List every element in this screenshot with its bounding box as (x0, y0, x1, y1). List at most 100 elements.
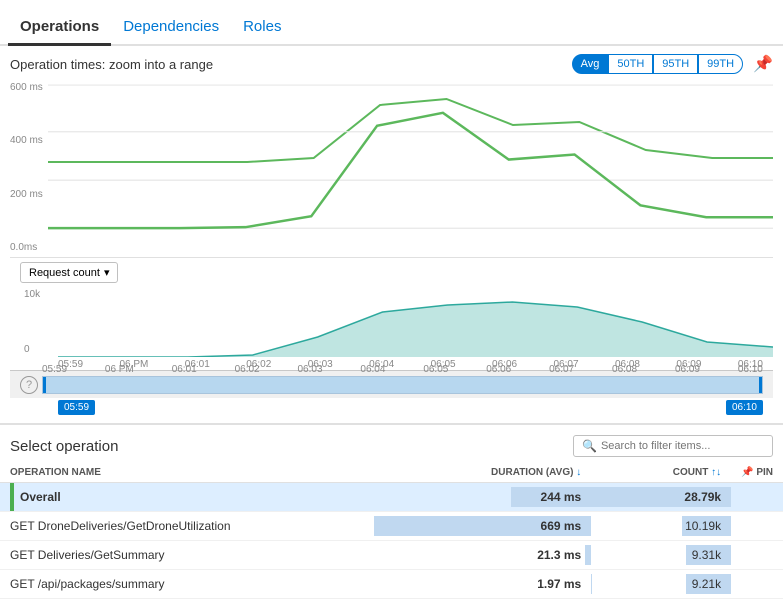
op-name-cell: GET Deliveries/GetSummary (0, 541, 374, 570)
duration-text: 669 ms (541, 519, 582, 533)
duration-cell: 1.97 ms (374, 570, 592, 599)
duration-text: 21.3 ms (537, 548, 581, 562)
range-time-labels: 05:59 06 PM 06:01 06:02 06:03 06:04 06:0… (42, 364, 763, 375)
range-t7: 06:06 (486, 364, 511, 375)
op-name-cell: GET /api/packages/summary (0, 570, 374, 599)
pin-header-icon: 📌 (741, 467, 753, 478)
tab-operations[interactable]: Operations (8, 10, 111, 46)
section-header: Operation times: zoom into a range Avg 5… (0, 46, 783, 78)
op-name-text: Overall (20, 490, 61, 504)
count-cell: 9.31k (591, 541, 731, 570)
duration-text: 1.97 ms (537, 577, 581, 591)
table-row[interactable]: GET Deliveries/GetSummary 21.3 ms 9.31k (0, 541, 783, 570)
pin-cell[interactable] (731, 541, 783, 570)
duration-cell: 21.3 ms (374, 541, 592, 570)
range-end-label: 06:10 (726, 400, 763, 415)
duration-cell: 669 ms (374, 512, 592, 541)
count-text: 10.19k (685, 519, 721, 533)
mini-y-axis: 10k 0 (20, 287, 58, 357)
op-name-text: GET DroneDeliveries/GetDroneUtilization (10, 519, 231, 533)
range-t0: 05:59 (42, 364, 67, 375)
y-axis: 600 ms 400 ms 200 ms 0.0ms (10, 78, 48, 257)
op-name-text: GET Deliveries/GetSummary (10, 548, 164, 562)
range-t6: 06:05 (423, 364, 448, 375)
perc-99th[interactable]: 99TH (698, 54, 743, 74)
th-pin: 📌 PIN (731, 463, 783, 483)
y-label-200: 200 ms (10, 189, 44, 200)
count-sort-icon[interactable]: ↑↓ (711, 467, 721, 478)
perc-95th[interactable]: 95TH (653, 54, 698, 74)
table-row[interactable]: GET DroneDeliveries/GetDroneUtilization 6… (0, 512, 783, 541)
range-left-handle[interactable] (43, 377, 46, 393)
y-label-0: 0.0ms (10, 242, 44, 253)
table-row[interactable]: GET /api/packages/summary 1.97 ms 9.21k (0, 570, 783, 599)
mini-y-10k: 10k (24, 289, 54, 300)
perc-avg[interactable]: Avg (572, 54, 609, 74)
main-chart[interactable]: 600 ms 400 ms 200 ms 0.0ms (10, 78, 773, 258)
request-count-header: Request count ▾ (10, 258, 773, 287)
count-cell: 9.21k (591, 570, 731, 599)
th-operation-name: OPERATION NAME (0, 463, 374, 483)
table-header-row: OPERATION NAME DURATION (AVG) ↓ COUNT ↑↓… (0, 463, 783, 483)
count-text: 9.21k (692, 577, 721, 591)
duration-text: 244 ms (541, 490, 582, 504)
count-text: 9.31k (692, 548, 721, 562)
tabs-bar: Operations Dependencies Roles (0, 0, 783, 46)
y-label-600: 600 ms (10, 82, 44, 93)
perc-50th[interactable]: 50TH (608, 54, 653, 74)
range-t11: 06:10 (738, 364, 763, 375)
th-duration: DURATION (AVG) ↓ (374, 463, 592, 483)
range-start-label: 05:59 (58, 400, 95, 415)
range-t8: 06:07 (549, 364, 574, 375)
duration-sort-icon[interactable]: ↓ (576, 467, 581, 478)
tab-dependencies[interactable]: Dependencies (111, 10, 231, 46)
search-icon: 🔍 (582, 439, 597, 453)
operations-table: OPERATION NAME DURATION (AVG) ↓ COUNT ↑↓… (0, 463, 783, 599)
count-cell: 28.79k (591, 483, 731, 512)
pin-cell[interactable] (731, 483, 783, 512)
pin-cell[interactable] (731, 570, 783, 599)
tab-roles[interactable]: Roles (231, 10, 293, 46)
range-t2: 06:01 (172, 364, 197, 375)
range-t10: 06:09 (675, 364, 700, 375)
table-body: Overall 244 ms 28.79k GET DroneDeliveries/G… (0, 483, 783, 599)
range-selection (43, 377, 762, 393)
mini-y-0: 0 (24, 344, 54, 355)
search-box[interactable]: 🔍 (573, 435, 773, 457)
op-name-cell: GET DroneDeliveries/GetDroneUtilization (0, 512, 374, 541)
section-title: Operation times: zoom into a range (10, 57, 213, 72)
duration-cell: 244 ms (374, 483, 592, 512)
range-t9: 06:08 (612, 364, 637, 375)
mini-chart[interactable]: 10k 0 (10, 287, 773, 357)
pin-chart-button[interactable]: 📌 (753, 54, 773, 74)
range-t4: 06:03 (298, 364, 323, 375)
table-row[interactable]: Overall 244 ms 28.79k (0, 483, 783, 512)
op-name-text: GET /api/packages/summary (10, 577, 165, 591)
range-bar-container[interactable]: 05:59 06 PM 06:01 06:02 06:03 06:04 06:0… (42, 376, 763, 394)
dropdown-label: Request count (29, 267, 100, 279)
chart-plot[interactable] (48, 78, 773, 257)
select-operation-header: Select operation 🔍 (0, 423, 783, 463)
range-help-icon[interactable]: ? (20, 376, 38, 394)
range-t1: 06 PM (105, 364, 134, 375)
select-operation-title: Select operation (10, 438, 118, 455)
dropdown-arrow-icon: ▾ (104, 266, 110, 279)
request-count-dropdown[interactable]: Request count ▾ (20, 262, 118, 283)
pin-cell[interactable] (731, 512, 783, 541)
y-label-400: 400 ms (10, 135, 44, 146)
th-count: COUNT ↑↓ (591, 463, 731, 483)
range-right-handle[interactable] (759, 377, 762, 393)
count-text: 28.79k (684, 490, 721, 504)
op-name-cell: Overall (0, 483, 374, 512)
percentile-buttons: Avg 50TH 95TH 99TH (572, 54, 743, 74)
green-indicator (10, 483, 14, 511)
search-input[interactable] (601, 440, 761, 452)
range-t3: 06:02 (235, 364, 260, 375)
mini-chart-svg (58, 287, 773, 357)
range-selector[interactable]: ? 05:59 06 PM 06:01 06:02 06:03 06:04 06… (10, 370, 773, 398)
chart-area: 600 ms 400 ms 200 ms 0.0ms (0, 78, 783, 419)
range-bar[interactable] (42, 376, 763, 394)
range-labels-row: 05:59 06:10 (10, 398, 773, 419)
range-t5: 06:04 (360, 364, 385, 375)
count-cell: 10.19k (591, 512, 731, 541)
